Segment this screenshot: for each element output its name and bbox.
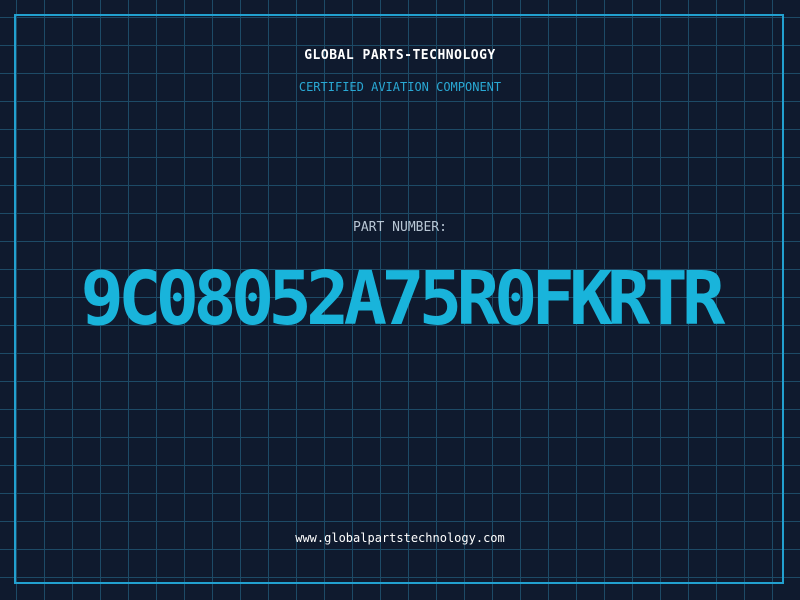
part-number-value: 9C08052A75R0FKRTR — [80, 256, 725, 342]
website-url: www.globalpartstechnology.com — [295, 531, 505, 545]
certification-subtitle: CERTIFIED AVIATION COMPONENT — [298, 80, 502, 94]
company-title: GLOBAL PARTS-TECHNOLOGY — [304, 48, 496, 63]
part-number-label: PART NUMBER: — [353, 220, 447, 235]
